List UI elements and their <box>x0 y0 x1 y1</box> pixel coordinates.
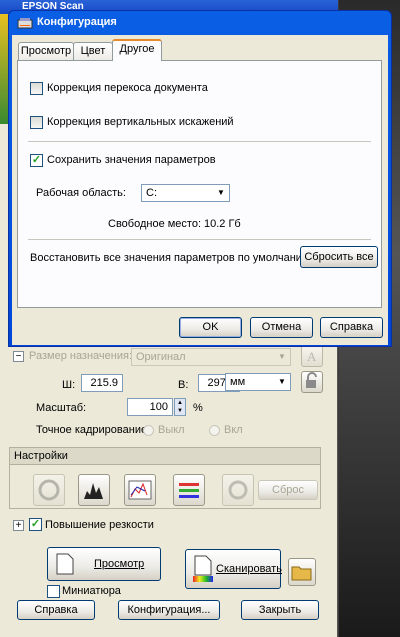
bg-help-button[interactable]: Справка <box>17 600 95 620</box>
chevron-down-icon: ▼ <box>278 377 286 386</box>
dialog-titlebar[interactable]: Конфигурация <box>9 11 391 35</box>
work-area-label: Рабочая область: <box>36 187 126 199</box>
trimming-off-radio[interactable] <box>143 425 154 436</box>
chevron-down-icon: ▼ <box>278 352 286 361</box>
tone-correction-icon[interactable] <box>124 474 156 506</box>
dialog-help-button[interactable]: Справка <box>320 317 383 338</box>
free-space-label: Свободное место: <box>108 218 202 230</box>
restore-defaults-label: Восстановить все значения параметров по … <box>30 252 314 264</box>
free-space-value: 10.2 Гб <box>204 218 241 230</box>
scale-input[interactable]: 100 <box>127 398 173 416</box>
chevron-down-icon: ▼ <box>217 188 225 197</box>
document-icon <box>56 553 74 575</box>
thumbnail-label: Миниатюра <box>62 585 121 597</box>
preview-button[interactable]: Просмотр <box>47 547 161 581</box>
work-area-value: C: <box>146 187 157 199</box>
vertical-distortion-checkbox[interactable] <box>30 116 43 129</box>
cancel-button[interactable]: Отмена <box>250 317 313 338</box>
reset-button[interactable]: Сброс <box>258 480 318 500</box>
separator <box>28 239 371 240</box>
save-settings-checkbox[interactable]: ✓ <box>30 154 43 167</box>
save-settings-label: Сохранить значения параметров <box>47 154 216 166</box>
skew-correction-checkbox[interactable] <box>30 82 43 95</box>
unit-value: мм <box>230 376 246 388</box>
tab-color[interactable]: Цвет <box>73 42 113 60</box>
tab-other[interactable]: Другое <box>112 39 162 61</box>
target-size-select[interactable]: Оригинал ▼ <box>131 348 291 366</box>
dialog-title: Конфигурация <box>37 16 117 28</box>
scale-unit-label: % <box>193 402 203 414</box>
ok-button[interactable]: OK <box>179 317 242 338</box>
skew-correction-label: Коррекция перекоса документа <box>47 82 208 94</box>
thumbnail-checkbox[interactable] <box>47 585 60 598</box>
unit-select[interactable]: мм ▼ <box>225 373 291 391</box>
scanner-app-icon <box>17 18 33 29</box>
scan-button-label: Сканировать <box>216 563 282 575</box>
text-enhance-icon[interactable]: A <box>301 345 323 367</box>
sharpen-checkbox[interactable]: ✓ <box>29 518 42 531</box>
close-button[interactable]: Закрыть <box>241 600 319 620</box>
tab-preview[interactable]: Просмотр <box>18 42 74 60</box>
reset-all-button[interactable]: Сбросить все <box>300 246 378 268</box>
dialog-body: Просмотр Цвет Другое Коррекция перекоса … <box>12 35 388 345</box>
color-balance-icon[interactable] <box>173 474 205 506</box>
vertical-distortion-label: Коррекция вертикальных искажений <box>47 116 234 128</box>
scan-button[interactable]: Сканировать <box>185 549 282 589</box>
trimming-off-label: Выкл <box>158 424 185 436</box>
scale-label: Масштаб: <box>36 402 87 414</box>
width-label: Ш: <box>62 379 76 391</box>
lock-ratio-icon[interactable] <box>301 371 323 393</box>
trimming-on-radio[interactable] <box>209 425 220 436</box>
preview-button-label: Просмотр <box>94 558 145 570</box>
configuration-dialog: Конфигурация Просмотр Цвет Другое Коррек… <box>8 10 392 347</box>
svg-text:A: A <box>307 349 317 364</box>
settings-label: Настройки <box>14 450 68 462</box>
width-input[interactable]: 215.9 <box>81 374 123 392</box>
color-palette-icon[interactable] <box>222 474 254 506</box>
folder-icon[interactable] <box>288 558 316 586</box>
configuration-button[interactable]: Конфигурация... <box>118 600 220 620</box>
histogram-auto-icon[interactable] <box>33 474 65 506</box>
tab-panel-other: Коррекция перекоса документа Коррекция в… <box>17 60 382 308</box>
work-area-select[interactable]: C: ▼ <box>141 184 230 202</box>
height-label: В: <box>178 379 189 391</box>
target-size-label: Размер назначения: <box>29 350 133 362</box>
collapse-destination-icon[interactable]: − <box>13 351 24 362</box>
expand-sharpen-icon[interactable]: + <box>13 520 24 531</box>
sharpen-label: Повышение резкости <box>45 519 154 531</box>
scan-document-icon <box>193 555 213 582</box>
histogram-icon[interactable] <box>78 474 110 506</box>
trimming-on-label: Вкл <box>224 424 243 436</box>
separator <box>28 141 371 142</box>
scale-stepper[interactable]: ▲ ▼ <box>174 398 186 416</box>
target-size-value: Оригинал <box>136 351 186 363</box>
trimming-label: Точное кадрирование: <box>36 424 151 436</box>
